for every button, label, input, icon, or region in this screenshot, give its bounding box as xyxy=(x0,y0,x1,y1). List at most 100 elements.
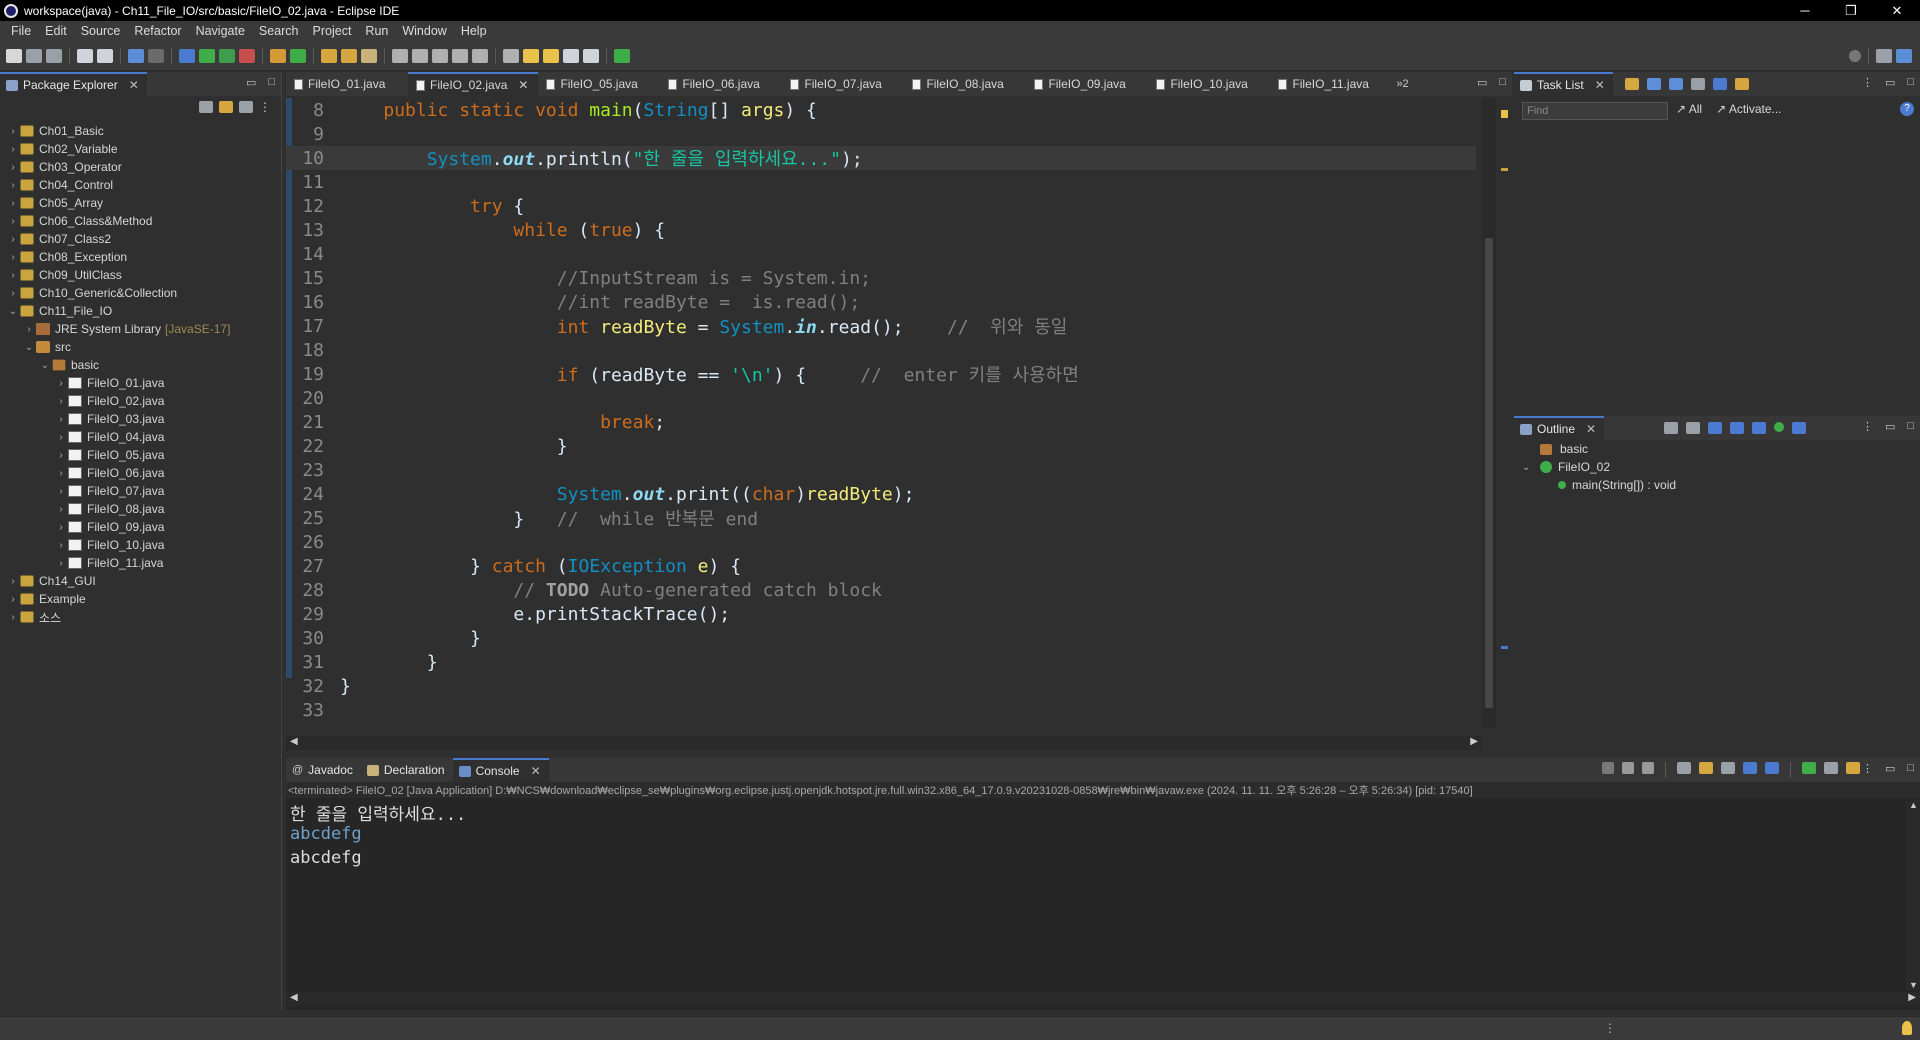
undo-icon[interactable] xyxy=(77,48,93,63)
chevron-right-icon[interactable]: › xyxy=(56,522,66,533)
code-line[interactable]: 31 } xyxy=(286,650,1476,674)
status-menu-icon[interactable]: ⋮ xyxy=(1604,1021,1616,1035)
show-whitespace-icon[interactable] xyxy=(472,48,488,63)
menu-help[interactable]: Help xyxy=(454,24,494,38)
tree-item[interactable]: › Ch09_UtilClass xyxy=(0,266,281,284)
scroll-up-icon[interactable]: ▲ xyxy=(1909,800,1918,810)
chevron-right-icon[interactable]: › xyxy=(8,126,18,137)
new-task-icon[interactable] xyxy=(1624,78,1639,90)
tree-item[interactable]: › FileIO_08.java xyxy=(0,500,281,518)
editor-tab-overflow[interactable]: »2 xyxy=(1396,78,1408,90)
tree-item[interactable]: › Ch08_Exception xyxy=(0,248,281,266)
scroll-right-icon[interactable]: ▶ xyxy=(1470,736,1478,747)
tree-item[interactable]: › Ch02_Variable xyxy=(0,140,281,158)
menu-refactor[interactable]: Refactor xyxy=(127,24,188,38)
editor-tab[interactable]: FileIO_07.java xyxy=(782,72,904,96)
close-icon[interactable]: ✕ xyxy=(1586,422,1596,436)
run-icon[interactable] xyxy=(199,48,215,63)
filters-icon[interactable] xyxy=(239,101,253,113)
minimize-view-icon[interactable]: ▭ xyxy=(246,76,256,89)
new-icon[interactable] xyxy=(6,48,22,63)
editor-tab[interactable]: FileIO_05.java xyxy=(538,72,660,96)
view-menu-icon[interactable]: ⋮ xyxy=(1862,76,1873,89)
prev-edit-icon[interactable] xyxy=(523,48,539,63)
editor-vertical-scrollbar[interactable] xyxy=(1482,98,1496,728)
editor-tab[interactable]: FileIO_02.java ✕ xyxy=(408,72,539,96)
skip-breakpoints-icon[interactable] xyxy=(148,48,164,63)
coverage-icon[interactable] xyxy=(219,48,235,63)
hide-completed-icon[interactable] xyxy=(1712,78,1727,90)
code-line[interactable]: 12 try { xyxy=(286,194,1476,218)
minimize-editor-icon[interactable]: ▭ xyxy=(1477,76,1487,89)
code-line[interactable]: 29 e.printStackTrace(); xyxy=(286,602,1476,626)
tree-item[interactable]: ⌄ basic xyxy=(0,356,281,374)
maximize-editor-icon[interactable]: □ xyxy=(1499,76,1506,89)
tree-item[interactable]: › FileIO_04.java xyxy=(0,428,281,446)
minimize-button[interactable]: ─ xyxy=(1782,0,1828,21)
code-line[interactable]: 22 } xyxy=(286,434,1476,458)
code-line[interactable]: 9 xyxy=(286,122,1476,146)
next-edit-icon[interactable] xyxy=(543,48,559,63)
editor-tab[interactable]: FileIO_09.java xyxy=(1026,72,1148,96)
code-line[interactable]: 32} xyxy=(286,674,1476,698)
link-with-editor-icon[interactable] xyxy=(219,101,233,113)
terminal-icon[interactable] xyxy=(128,48,144,63)
minimize-view-icon[interactable]: ▭ xyxy=(1885,762,1895,775)
hide-static-icon[interactable] xyxy=(1752,422,1767,434)
open-console-icon[interactable] xyxy=(1846,762,1860,774)
pen-icon[interactable] xyxy=(412,48,428,63)
menu-source[interactable]: Source xyxy=(74,24,128,38)
activate-link[interactable]: ↗ Activate... xyxy=(1716,102,1781,116)
hide-local-types-icon[interactable] xyxy=(1792,422,1807,434)
tree-item[interactable]: › Ch03_Operator xyxy=(0,158,281,176)
tab-console[interactable]: Console ✕ xyxy=(452,758,549,782)
code-line[interactable]: 13 while (true) { xyxy=(286,218,1476,242)
remove-launch-icon[interactable] xyxy=(1622,762,1634,774)
search-icon[interactable] xyxy=(1849,49,1861,62)
remove-all-icon[interactable] xyxy=(1642,762,1654,774)
hide-nonpublic-icon[interactable] xyxy=(1774,422,1785,432)
restore-button[interactable]: ❐ xyxy=(1828,0,1874,21)
close-icon[interactable]: ✕ xyxy=(1595,78,1605,92)
close-icon[interactable]: ✕ xyxy=(129,78,139,92)
show-stdout-icon[interactable] xyxy=(1743,762,1757,774)
code-line[interactable]: 18 xyxy=(286,338,1476,362)
code-line[interactable]: 16 //int readByte = is.read(); xyxy=(286,290,1476,314)
chevron-right-icon[interactable]: › xyxy=(8,288,18,299)
forward-icon[interactable] xyxy=(583,48,599,63)
chevron-right-icon[interactable]: › xyxy=(8,234,18,245)
maximize-view-icon[interactable]: □ xyxy=(268,76,275,89)
code-line[interactable]: 23 xyxy=(286,458,1476,482)
open-perspective-icon[interactable] xyxy=(1876,48,1892,63)
chevron-down-icon[interactable]: ⌄ xyxy=(40,360,50,371)
annotation-icon[interactable] xyxy=(392,48,408,63)
tree-item[interactable]: › Example xyxy=(0,590,281,608)
code-line[interactable]: 27 } catch (IOException e) { xyxy=(286,554,1476,578)
chevron-right-icon[interactable]: › xyxy=(8,576,18,587)
tree-item[interactable]: › FileIO_03.java xyxy=(0,410,281,428)
help-icon[interactable]: ? xyxy=(1900,102,1914,116)
scheduled-icon[interactable] xyxy=(1668,78,1683,90)
tip-bulb-icon[interactable] xyxy=(1902,1021,1912,1035)
code-line[interactable]: 28 // TODO Auto-generated catch block xyxy=(286,578,1476,602)
code-line[interactable]: 14 xyxy=(286,242,1476,266)
external-tools-icon[interactable] xyxy=(239,48,255,63)
search-tool-icon[interactable] xyxy=(361,48,377,63)
tree-item[interactable]: › Ch14_GUI xyxy=(0,572,281,590)
chevron-right-icon[interactable]: › xyxy=(56,504,66,515)
open-type-icon[interactable] xyxy=(321,48,337,63)
scroll-left-icon[interactable]: ◀ xyxy=(290,992,298,1003)
chevron-down-icon[interactable]: ⌄ xyxy=(1522,462,1534,473)
tab-task-list[interactable]: Task List ✕ xyxy=(1514,72,1613,96)
code-line[interactable]: 8 public static void main(String[] args)… xyxy=(286,98,1476,122)
tree-item[interactable]: › Ch07_Class2 xyxy=(0,230,281,248)
code-line[interactable]: 33 xyxy=(286,698,1476,722)
chevron-down-icon[interactable]: ⌄ xyxy=(8,306,18,317)
back-icon[interactable] xyxy=(563,48,579,63)
clear-console-icon[interactable] xyxy=(1677,762,1691,774)
categorize-icon[interactable] xyxy=(1646,78,1661,90)
new-class-icon[interactable] xyxy=(290,48,306,63)
maximize-view-icon[interactable]: □ xyxy=(1907,76,1914,89)
show-stderr-icon[interactable] xyxy=(1765,762,1779,774)
code-line[interactable]: 10 System.out.println("한 줄을 입력하세요..."); xyxy=(286,146,1476,170)
